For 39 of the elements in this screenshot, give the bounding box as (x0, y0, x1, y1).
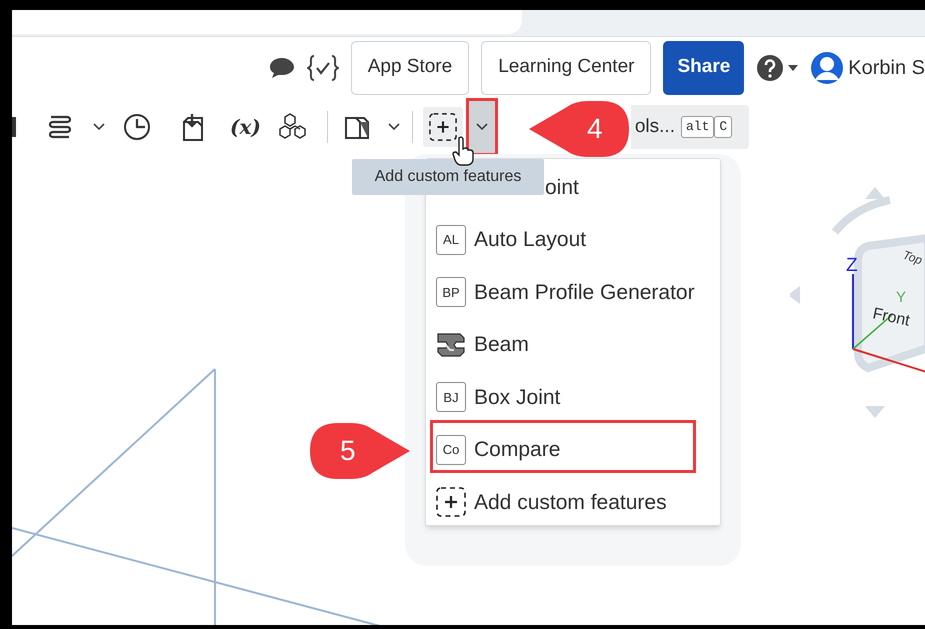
feature-tooltip: Add custom features (352, 159, 544, 195)
share-button[interactable]: Share (663, 40, 744, 94)
shortcut-key: alt (680, 116, 714, 138)
add-custom-feature-icon (436, 487, 466, 518)
variable-check-icon (306, 54, 339, 80)
cube-face-label[interactable]: Front (871, 305, 912, 330)
clock-icon[interactable] (122, 112, 152, 142)
cube-face-label[interactable]: Top (900, 248, 924, 268)
add-custom-features-button[interactable] (422, 107, 463, 147)
axis-label: Y (896, 289, 906, 306)
callout-number: 5 (340, 434, 356, 468)
chevron-down-icon (93, 123, 105, 131)
menu-item[interactable]: Add custom features (426, 476, 720, 528)
menu-item[interactable]: BP Beam Profile Generator (426, 266, 720, 318)
menu-item[interactable]: Co Compare (426, 424, 720, 476)
tools-search-field[interactable]: ols... alt C (630, 105, 749, 149)
user-name[interactable]: Korbin S (848, 52, 925, 82)
header-button[interactable]: App Store (350, 40, 470, 94)
tools-search-text: ols... (634, 114, 675, 139)
menu-item[interactable]: Beam (426, 318, 720, 371)
callout-number: 4 (587, 112, 603, 146)
add-custom-feature-icon (428, 113, 457, 141)
caret-icon[interactable] (788, 64, 798, 70)
feature-badge-icon: BP (436, 277, 466, 308)
feature-badge-icon: Co (436, 434, 466, 465)
feature-badge-icon: BJ (436, 382, 466, 412)
dropdown-button[interactable] (468, 101, 495, 153)
menu-item[interactable]: AL Auto Layout (426, 214, 720, 266)
header-button[interactable]: Learning Center (481, 40, 652, 94)
variable-tool[interactable]: (x) (230, 112, 261, 142)
chevron-down-icon (476, 123, 488, 131)
comment-icon (268, 56, 295, 78)
axis-label: Z (846, 255, 858, 276)
feature-badge-icon: AL (436, 224, 466, 255)
user-avatar-icon[interactable] (810, 50, 844, 84)
menu-item[interactable]: BJ Box Joint (426, 371, 720, 424)
chevron-down-icon (388, 123, 400, 131)
help-icon[interactable] (756, 54, 784, 82)
shortcut-key: C (714, 116, 732, 138)
